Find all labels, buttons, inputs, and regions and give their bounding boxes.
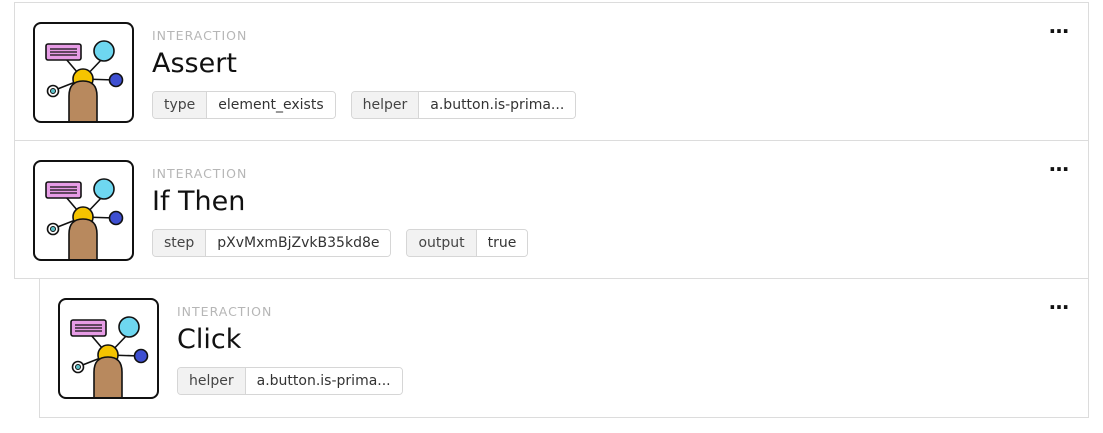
step-card-if-then[interactable]: INTERACTION If Then step pXvMxmBjZvkB35k… (14, 140, 1089, 279)
tag-value: a.button.is-prima... (245, 368, 402, 394)
tag-value: a.button.is-prima... (419, 92, 576, 118)
step-kind-label: INTERACTION (152, 166, 248, 181)
step-tags: step pXvMxmBjZvkB35kd8e output true (152, 229, 529, 257)
step-kind-label: INTERACTION (177, 304, 273, 319)
tag-value: pXvMxmBjZvkB35kd8e (206, 230, 391, 256)
more-options-button[interactable]: … (1049, 16, 1070, 36)
step-tags: helper a.button.is-prima... (177, 367, 403, 395)
tag-type: type element_exists (152, 91, 336, 119)
tag-helper: helper a.button.is-prima... (177, 367, 403, 395)
tag-step: step pXvMxmBjZvkB35kd8e (152, 229, 392, 257)
step-title: Assert (152, 48, 237, 79)
tag-helper: helper a.button.is-prima... (350, 91, 577, 119)
tag-key: step (153, 230, 207, 256)
tag-key: helper (351, 92, 420, 118)
tag-key: output (407, 230, 477, 256)
tag-key: type (153, 92, 208, 118)
step-title: Click (177, 324, 242, 355)
more-options-button[interactable]: … (1049, 292, 1070, 312)
step-title: If Then (152, 186, 246, 217)
step-card-click[interactable]: INTERACTION Click helper a.button.is-pri… (39, 278, 1089, 418)
tag-value: element_exists (207, 92, 335, 118)
tag-key: helper (178, 368, 246, 394)
tag-output: output true (406, 229, 529, 257)
interaction-icon (33, 160, 134, 261)
interaction-icon (33, 22, 134, 123)
step-tags: type element_exists helper a.button.is-p… (152, 91, 577, 119)
interaction-icon (58, 298, 159, 399)
step-kind-label: INTERACTION (152, 28, 248, 43)
tag-value: true (476, 230, 528, 256)
step-card-assert[interactable]: INTERACTION Assert type element_exists h… (14, 2, 1089, 141)
more-options-button[interactable]: … (1049, 154, 1070, 174)
